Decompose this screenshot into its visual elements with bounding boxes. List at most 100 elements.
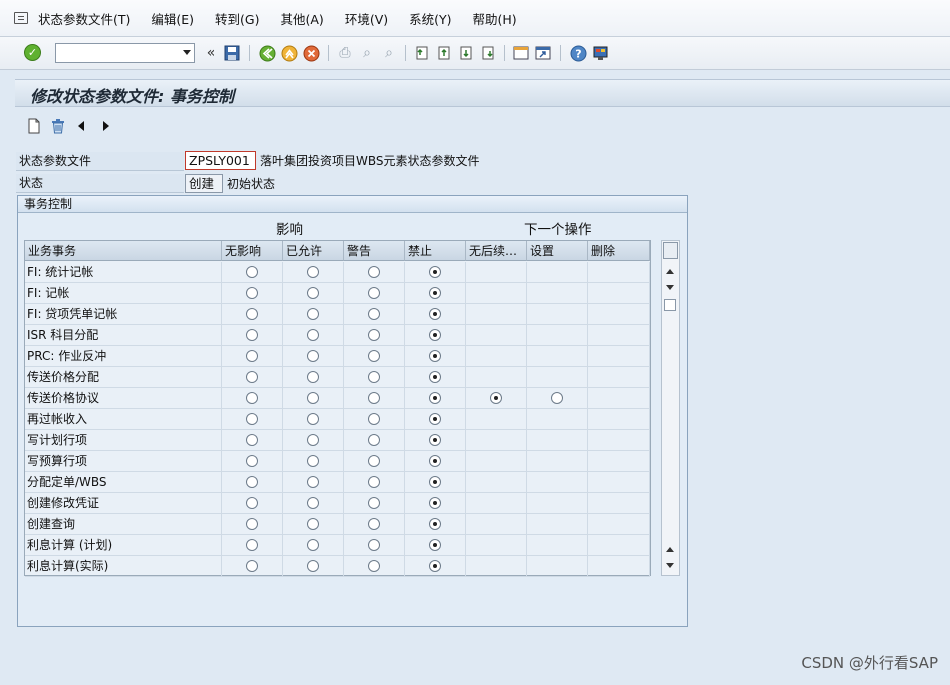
- back-icon[interactable]: [258, 44, 276, 62]
- influence-radio[interactable]: [429, 539, 441, 551]
- influence-radio[interactable]: [429, 413, 441, 425]
- new-document-icon[interactable]: [25, 117, 43, 135]
- col-header-delete[interactable]: 删除: [588, 241, 650, 261]
- col-header-forbidden[interactable]: 禁止: [405, 241, 466, 261]
- influence-radio[interactable]: [307, 476, 319, 488]
- table-settings-icon[interactable]: [663, 242, 678, 259]
- influence-radio[interactable]: [307, 329, 319, 341]
- influence-radio[interactable]: [246, 413, 258, 425]
- influence-radio[interactable]: [307, 413, 319, 425]
- influence-radio[interactable]: [429, 476, 441, 488]
- influence-radio[interactable]: [307, 392, 319, 404]
- influence-radio[interactable]: [246, 455, 258, 467]
- layout-menu-icon[interactable]: [591, 44, 609, 62]
- menu-item-extras[interactable]: 其他(A): [281, 9, 324, 28]
- influence-radio[interactable]: [307, 539, 319, 551]
- influence-radio[interactable]: [429, 455, 441, 467]
- influence-radio[interactable]: [246, 497, 258, 509]
- influence-radio[interactable]: [368, 392, 380, 404]
- col-header-no-influence[interactable]: 无影响: [222, 241, 283, 261]
- influence-radio[interactable]: [246, 287, 258, 299]
- influence-radio[interactable]: [246, 392, 258, 404]
- double-left-icon[interactable]: «: [202, 44, 220, 62]
- shortcut-icon[interactable]: [534, 44, 552, 62]
- col-header-allowed[interactable]: 已允许: [283, 241, 344, 261]
- influence-radio[interactable]: [429, 518, 441, 530]
- influence-radio[interactable]: [307, 266, 319, 278]
- scroll-down-icon[interactable]: [666, 285, 674, 290]
- influence-radio[interactable]: [246, 539, 258, 551]
- influence-radio[interactable]: [429, 560, 441, 572]
- influence-radio[interactable]: [368, 539, 380, 551]
- influence-radio[interactable]: [368, 413, 380, 425]
- menu-item-goto[interactable]: 转到(G): [215, 9, 259, 28]
- col-header-warning[interactable]: 警告: [344, 241, 405, 261]
- find-icon[interactable]: ⌕: [358, 44, 376, 62]
- scroll-up-icon[interactable]: [666, 269, 674, 274]
- influence-radio[interactable]: [246, 308, 258, 320]
- influence-radio[interactable]: [429, 266, 441, 278]
- influence-radio[interactable]: [246, 560, 258, 572]
- influence-radio[interactable]: [368, 476, 380, 488]
- influence-radio[interactable]: [368, 308, 380, 320]
- influence-radio[interactable]: [246, 266, 258, 278]
- influence-radio[interactable]: [429, 497, 441, 509]
- influence-radio[interactable]: [368, 371, 380, 383]
- influence-radio[interactable]: [368, 287, 380, 299]
- last-page-icon[interactable]: [479, 44, 497, 62]
- scroll-page-down-icon[interactable]: [666, 563, 674, 568]
- previous-page-icon[interactable]: [435, 44, 453, 62]
- col-header-set[interactable]: 设置: [527, 241, 588, 261]
- profile-field[interactable]: ZPSLY001: [185, 151, 256, 170]
- menu-item-system[interactable]: 系统(Y): [409, 9, 451, 28]
- first-page-icon[interactable]: [413, 44, 431, 62]
- influence-radio[interactable]: [307, 371, 319, 383]
- scroll-thumb[interactable]: [664, 299, 676, 311]
- influence-radio[interactable]: [429, 308, 441, 320]
- col-header-transaction[interactable]: 业务事务: [25, 241, 222, 261]
- influence-radio[interactable]: [307, 518, 319, 530]
- influence-radio[interactable]: [307, 560, 319, 572]
- next-operation-radio[interactable]: [490, 392, 502, 404]
- previous-entry-icon[interactable]: [72, 117, 90, 135]
- exit-icon[interactable]: [280, 44, 298, 62]
- save-icon[interactable]: [223, 44, 241, 62]
- menu-item-help[interactable]: 帮助(H): [473, 9, 517, 28]
- chevron-down-icon[interactable]: [183, 50, 191, 55]
- influence-radio[interactable]: [429, 329, 441, 341]
- influence-radio[interactable]: [307, 497, 319, 509]
- command-field[interactable]: [55, 43, 195, 63]
- influence-radio[interactable]: [429, 287, 441, 299]
- influence-radio[interactable]: [429, 371, 441, 383]
- influence-radio[interactable]: [246, 518, 258, 530]
- influence-radio[interactable]: [368, 455, 380, 467]
- influence-radio[interactable]: [368, 518, 380, 530]
- influence-radio[interactable]: [368, 497, 380, 509]
- influence-radio[interactable]: [307, 434, 319, 446]
- influence-radio[interactable]: [246, 434, 258, 446]
- next-entry-icon[interactable]: [97, 117, 115, 135]
- help-icon[interactable]: ?: [569, 44, 587, 62]
- new-session-icon[interactable]: [512, 44, 530, 62]
- influence-radio[interactable]: [429, 434, 441, 446]
- menu-list-icon[interactable]: [14, 12, 28, 24]
- influence-radio[interactable]: [307, 350, 319, 362]
- influence-radio[interactable]: [368, 329, 380, 341]
- influence-radio[interactable]: [368, 350, 380, 362]
- find-next-icon[interactable]: ⌕: [380, 44, 398, 62]
- influence-radio[interactable]: [429, 350, 441, 362]
- enter-check-icon[interactable]: ✓: [24, 44, 41, 61]
- menu-item-environment[interactable]: 环境(V): [345, 9, 388, 28]
- next-page-icon[interactable]: [457, 44, 475, 62]
- influence-radio[interactable]: [429, 392, 441, 404]
- print-icon[interactable]: ⎙: [336, 44, 354, 62]
- influence-radio[interactable]: [307, 308, 319, 320]
- influence-radio[interactable]: [246, 350, 258, 362]
- table-vertical-scrollbar[interactable]: [661, 240, 680, 576]
- cancel-icon[interactable]: [302, 44, 320, 62]
- influence-radio[interactable]: [368, 266, 380, 278]
- influence-radio[interactable]: [246, 371, 258, 383]
- next-operation-radio[interactable]: [551, 392, 563, 404]
- influence-radio[interactable]: [368, 560, 380, 572]
- influence-radio[interactable]: [246, 329, 258, 341]
